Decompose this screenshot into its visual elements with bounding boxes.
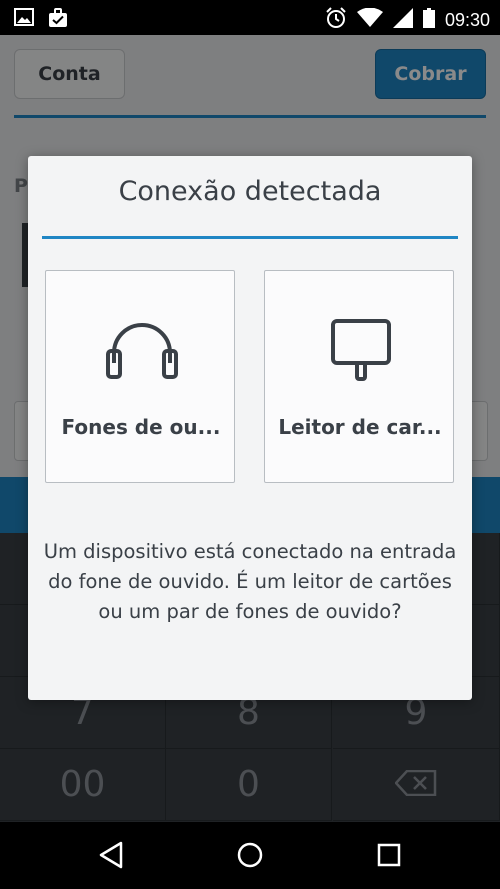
card-reader-option-label: Leitor de car... [278, 415, 442, 439]
nav-back-button[interactable] [91, 837, 131, 877]
signal-icon [392, 8, 413, 32]
back-icon [98, 841, 124, 873]
dialog-message: Um dispositivo está conectado na entrada… [43, 540, 457, 623]
alarm-icon [325, 7, 347, 33]
dialog-divider [42, 236, 458, 239]
nav-home-button[interactable] [230, 837, 270, 877]
card-reader-icon [323, 317, 399, 385]
card-reader-option[interactable]: Leitor de car... [264, 270, 454, 483]
battery-icon [422, 8, 435, 32]
nav-recents-button[interactable] [369, 837, 409, 877]
home-icon [236, 841, 264, 873]
headphones-icon [104, 317, 180, 385]
dialog-title: Conexão detectada [118, 176, 382, 207]
wifi-icon [356, 7, 383, 32]
headphones-option-label: Fones de ou... [61, 415, 221, 439]
recents-icon [377, 843, 401, 871]
headphones-option[interactable]: Fones de ou... [45, 270, 235, 483]
image-icon [14, 8, 34, 32]
status-bar: 09:30 [0, 0, 500, 35]
connection-dialog: Conexão detectada Fones de ou... Leitor … [28, 156, 472, 700]
clock: 09:30 [444, 9, 490, 30]
navigation-bar [0, 822, 500, 889]
briefcase-check-icon [48, 8, 68, 32]
